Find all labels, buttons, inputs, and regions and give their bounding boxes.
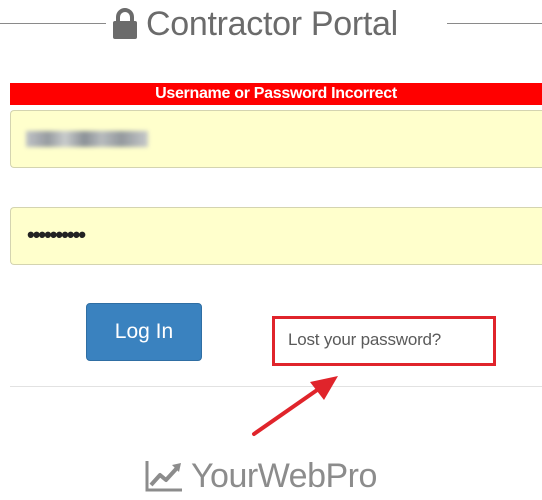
username-input[interactable]: [10, 110, 542, 168]
lock-icon: [113, 8, 137, 39]
lost-password-link[interactable]: Lost your password?: [288, 330, 441, 350]
password-masked-value: ••••••••••: [27, 222, 86, 247]
login-button[interactable]: Log In: [86, 303, 202, 361]
header-divider-left: [0, 23, 106, 24]
obscured-username-value: [26, 131, 148, 147]
header-divider-right: [447, 23, 542, 24]
portal-title-text: Contractor Portal: [146, 4, 398, 43]
trend-chart-icon: [145, 461, 182, 492]
portal-title: Contractor Portal: [112, 0, 398, 48]
error-banner: Username or Password Incorrect: [10, 83, 542, 105]
password-input[interactable]: ••••••••••: [10, 207, 542, 265]
brand-name: YourWebPro: [191, 456, 377, 495]
brand-logo: YourWebPro: [145, 455, 377, 497]
red-arrow-icon: [252, 376, 338, 436]
